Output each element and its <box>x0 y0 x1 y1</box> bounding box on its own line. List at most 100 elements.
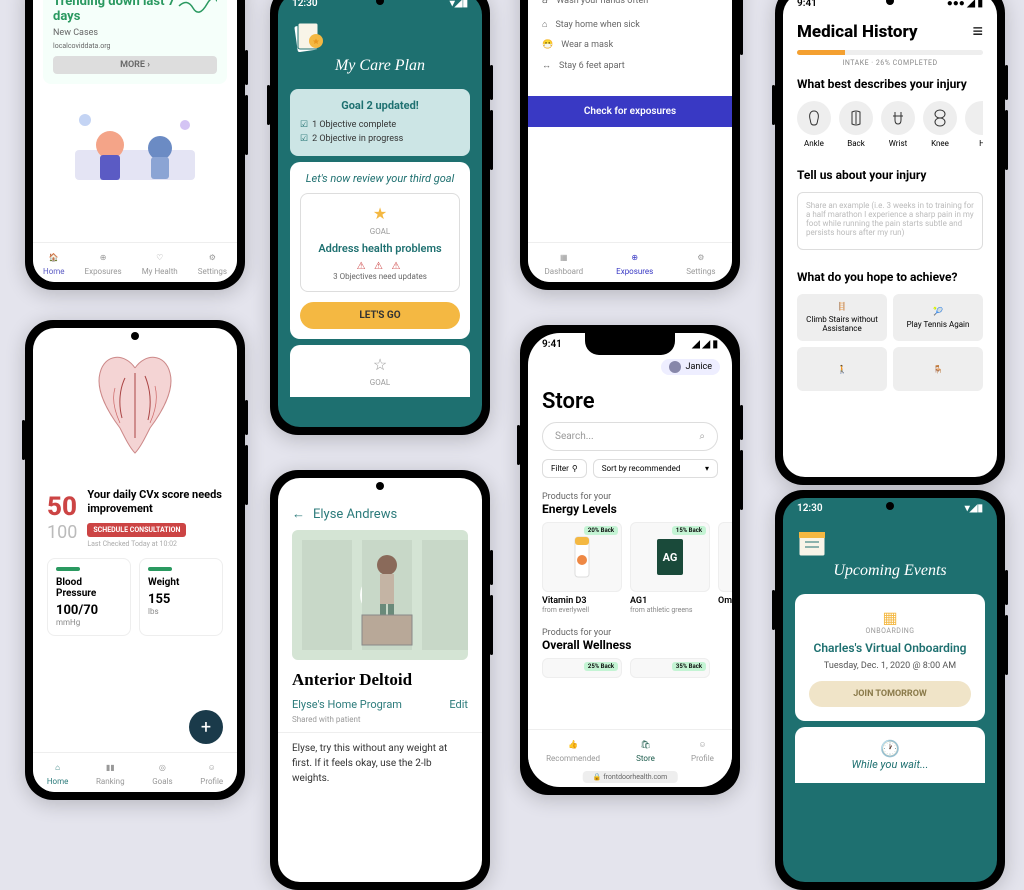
product-card[interactable]: 15% BackAG AG1 from athletic greens <box>630 522 710 614</box>
avatar-icon <box>669 361 681 373</box>
review-card: Let's now review your third goal ★ GOAL … <box>290 162 470 339</box>
section-prefix: Products for your <box>528 486 732 502</box>
goal-label: GOAL <box>300 378 460 387</box>
chevron-down-icon: ▾ <box>705 464 709 473</box>
metric-weight[interactable]: Weight 155 lbs <box>139 558 223 636</box>
achieve-option[interactable]: 🚶 <box>797 347 887 391</box>
calendar-small-icon: ▦ <box>809 608 971 627</box>
tab-bar: 👍Recommended 🛍Store ☺Profile <box>528 729 732 769</box>
clipboard-icon <box>286 21 326 57</box>
phone-cvx-score: 50 100 Your daily CVx score needs improv… <box>25 320 245 800</box>
guideline-mask: 😷Wear a mask <box>542 35 718 55</box>
progress-bar <box>797 50 983 55</box>
stairs-icon: 🪜 <box>837 302 847 311</box>
header: My Care Plan <box>278 13 482 83</box>
shared-label: Shared with patient <box>278 715 482 733</box>
add-button[interactable]: + <box>189 710 223 744</box>
tab-ranking[interactable]: ▮▮Ranking <box>96 759 125 786</box>
tab-exposures[interactable]: ⊕Exposures <box>616 249 653 276</box>
tab-profile[interactable]: ☺Profile <box>691 736 714 763</box>
filter-chip[interactable]: Filter⚲ <box>542 459 587 478</box>
section-title: Overall Wellness <box>528 638 732 658</box>
section-title: Energy Levels <box>528 502 732 522</box>
join-button[interactable]: JOIN TOMORROW <box>809 681 971 707</box>
phone-exposures: Protect yourself and others in your comm… <box>520 0 740 290</box>
product-card[interactable]: 35% Back <box>630 658 710 678</box>
search-input[interactable]: Search...⌕ <box>542 422 718 451</box>
sort-chip[interactable]: Sort by recommended▾ <box>593 459 718 478</box>
guideline-distance: ↔Stay 6 feet apart <box>542 55 718 76</box>
edit-link[interactable]: Edit <box>449 698 468 711</box>
clock-icon: 🕐 <box>807 739 973 758</box>
injury-more[interactable]: H <box>965 101 983 148</box>
distance-icon: ↔ <box>542 60 551 71</box>
page-title: Upcoming Events <box>791 562 989 580</box>
product-card[interactable]: Om <box>718 522 732 614</box>
tab-store[interactable]: 🛍Store <box>636 736 655 763</box>
achieve-option[interactable]: 🪑 <box>893 347 983 391</box>
injury-textarea[interactable]: Share an example (i.e. 3 weeks in to tra… <box>797 192 983 250</box>
schedule-button[interactable]: SCHEDULE CONSULTATION <box>87 523 186 537</box>
injury-wrist[interactable]: Wrist <box>881 101 915 148</box>
question-injury-type: What best describes your injury <box>797 77 983 91</box>
tennis-icon: 🎾 <box>933 307 943 316</box>
wait-card: 🕐 While you wait... <box>795 727 985 783</box>
alert-icons: ⚠ ⚠ ⚠ <box>311 261 449 272</box>
injury-ankle[interactable]: Ankle <box>797 101 831 148</box>
star-icon: ☆ <box>300 355 460 374</box>
injury-back[interactable]: Back <box>839 101 873 148</box>
progress-label: INTAKE · 26% COMPLETED <box>783 59 997 67</box>
status-time: 12:30 <box>292 0 318 9</box>
hands-icon: 🙲 <box>542 0 548 9</box>
phone-care-plan: 12:30▾◢▮ My Care Plan Goal 2 updated! ☑1… <box>270 0 490 435</box>
guideline-wash: 🙲Wash your hands often <box>542 0 718 14</box>
tab-health[interactable]: ♡My Health <box>142 249 178 276</box>
user-pill[interactable]: Janice <box>661 359 720 375</box>
star-icon: ★ <box>311 204 449 223</box>
score-denom: 100 <box>47 522 77 543</box>
mask-icon: 😷 <box>542 40 553 50</box>
tab-home[interactable]: ⌂Home <box>47 759 69 786</box>
status-icons: ◢ ◢ ▮ <box>692 339 718 350</box>
tab-exposures[interactable]: ⊕Exposures <box>85 249 122 276</box>
header: Upcoming Events <box>783 518 997 588</box>
tab-home[interactable]: 🏠Home <box>43 249 65 276</box>
tab-settings[interactable]: ⚙Settings <box>686 249 715 276</box>
event-card: ▦ ONBOARDING Charles's Virtual Onboardin… <box>795 594 985 721</box>
tab-profile[interactable]: ☺Profile <box>200 759 223 786</box>
metric-label: New Cases <box>53 28 217 38</box>
achieve-stairs[interactable]: 🪜Climb Stairs without Assistance <box>797 294 887 341</box>
tab-settings[interactable]: ⚙Settings <box>198 249 227 276</box>
status-time: 9:41 <box>797 0 817 9</box>
search-icon: ⌕ <box>699 431 705 442</box>
program-name: Elyse's Home Program <box>292 698 402 711</box>
objective-complete: ☑1 Objective complete <box>300 118 460 132</box>
event-badge: ONBOARDING <box>809 627 971 635</box>
product-card[interactable]: 20% Back Vitamin D3 from everlywell <box>542 522 622 614</box>
trend-title: Trending down last 7 days <box>53 0 177 24</box>
tab-recommended[interactable]: 👍Recommended <box>546 736 600 763</box>
phone-medical-history: 9:41●●● ◢ ▮ Medical History ≡ INTAKE · 2… <box>775 0 1005 485</box>
metric-bp[interactable]: Blood Pressure 100/70 mmHg <box>47 558 131 636</box>
tab-bar: 🏠Home ⊕Exposures ♡My Health ⚙Settings <box>33 242 237 282</box>
event-title: Charles's Virtual Onboarding <box>809 641 971 655</box>
injury-knee[interactable]: Knee <box>923 101 957 148</box>
lets-go-button[interactable]: LET'S GO <box>300 302 460 329</box>
svg-text:AG: AG <box>663 551 678 564</box>
wait-text: While you wait... <box>807 758 973 771</box>
goal-label: GOAL <box>311 227 449 236</box>
video-player[interactable] <box>292 530 468 660</box>
score-value: 50 <box>47 492 77 522</box>
heart-illustration <box>33 328 237 478</box>
tab-goals[interactable]: ◎Goals <box>152 759 172 786</box>
objective-progress: ☑2 Objective in progress <box>300 132 460 146</box>
goal-updated-title: Goal 2 updated! <box>300 99 460 112</box>
product-card[interactable]: 25% Back <box>542 658 622 678</box>
check-exposures-button[interactable]: Check for exposures <box>528 96 732 127</box>
menu-icon[interactable]: ≡ <box>972 21 983 42</box>
more-button[interactable]: MORE › <box>53 56 217 74</box>
achieve-tennis[interactable]: 🎾Play Tennis Again <box>893 294 983 341</box>
back-nav[interactable]: ← Elyse Andrews <box>278 498 482 530</box>
phone-events: 12:30▾◢▮ Upcoming Events ▦ ONBOARDING Ch… <box>775 490 1005 890</box>
tab-dashboard[interactable]: ▦Dashboard <box>544 249 583 276</box>
